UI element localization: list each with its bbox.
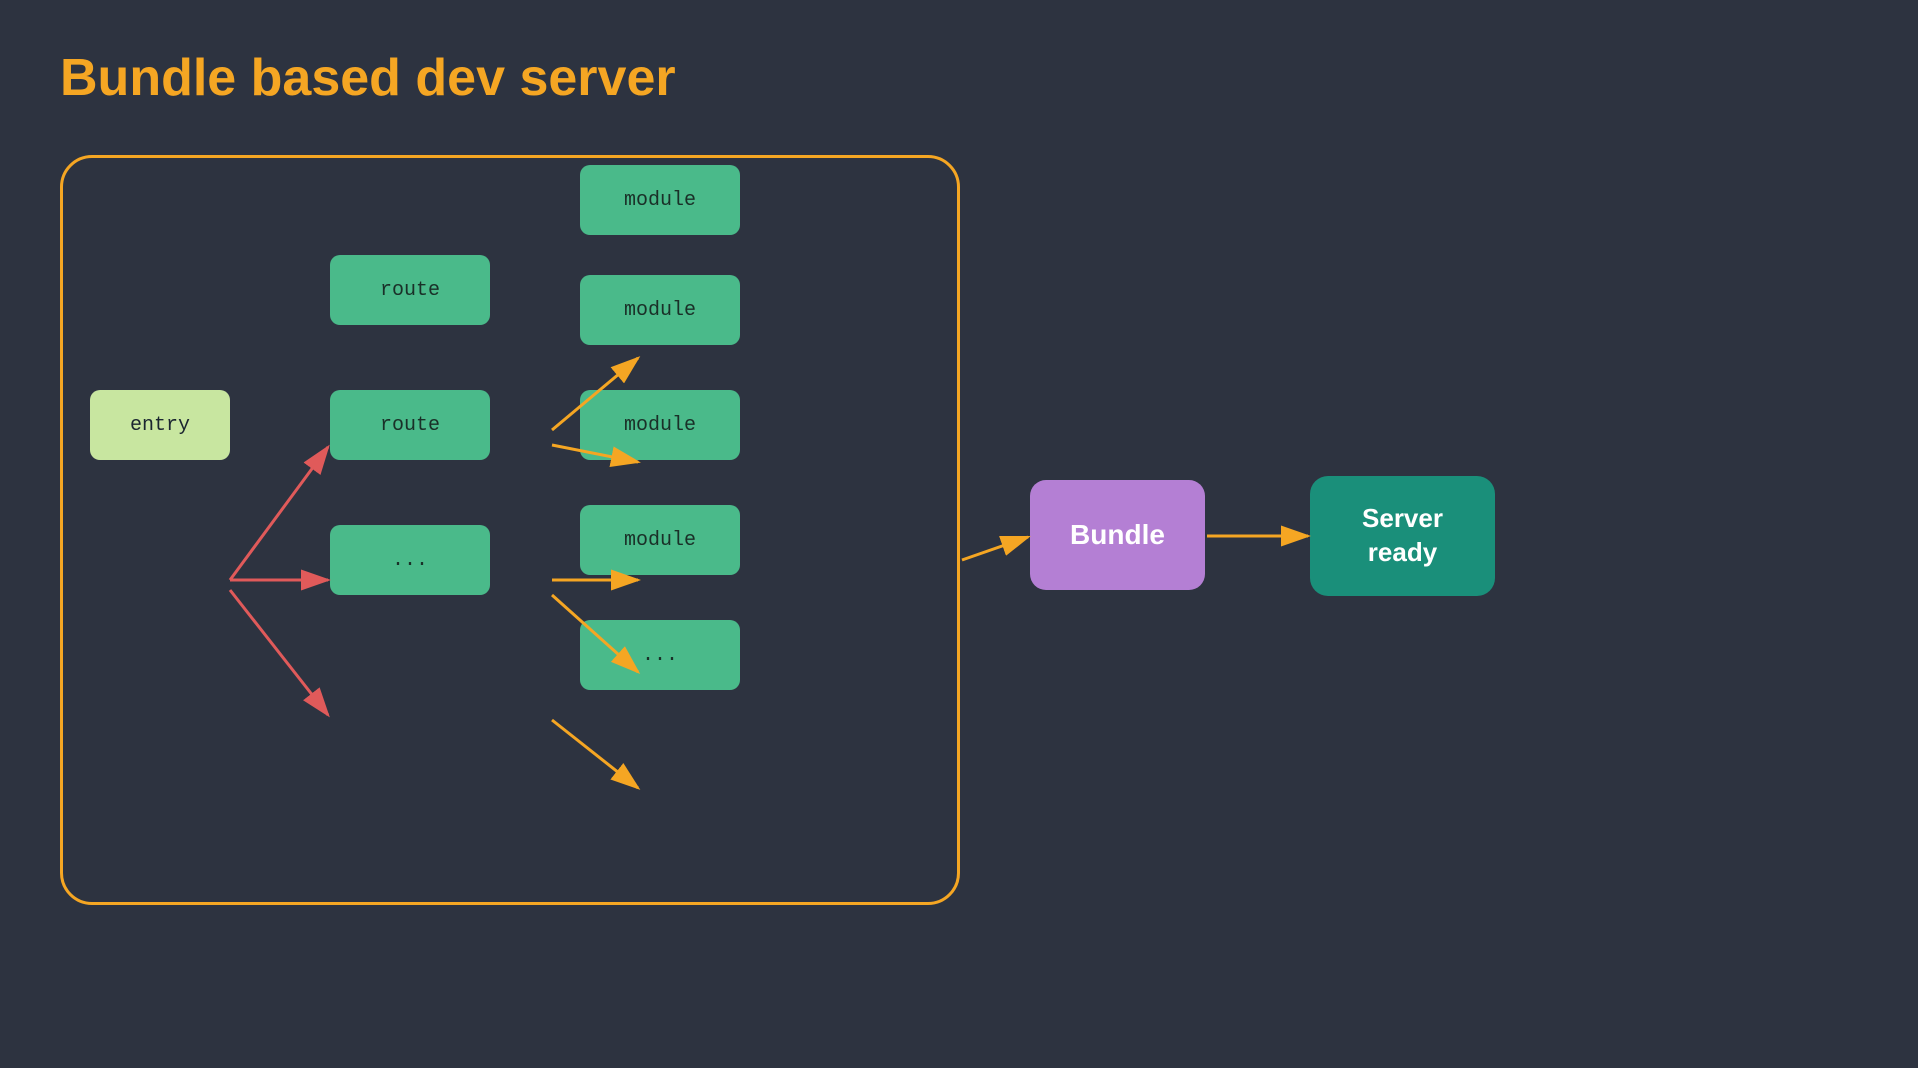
bundle-container-box [60,155,960,905]
module3-node: module [580,390,740,460]
route2-node: route [330,390,490,460]
module4-node: module [580,505,740,575]
module1-node: module [580,165,740,235]
dots-right-node: ... [580,620,740,690]
bundle-node: Bundle [1030,480,1205,590]
page-title: Bundle based dev server [60,48,676,108]
server-ready-node: Server ready [1310,476,1495,596]
arrow-box-bundle [962,537,1028,560]
route1-node: route [330,255,490,325]
entry-node: entry [90,390,230,460]
module2-node: module [580,275,740,345]
dots-left-node: ... [330,525,490,595]
